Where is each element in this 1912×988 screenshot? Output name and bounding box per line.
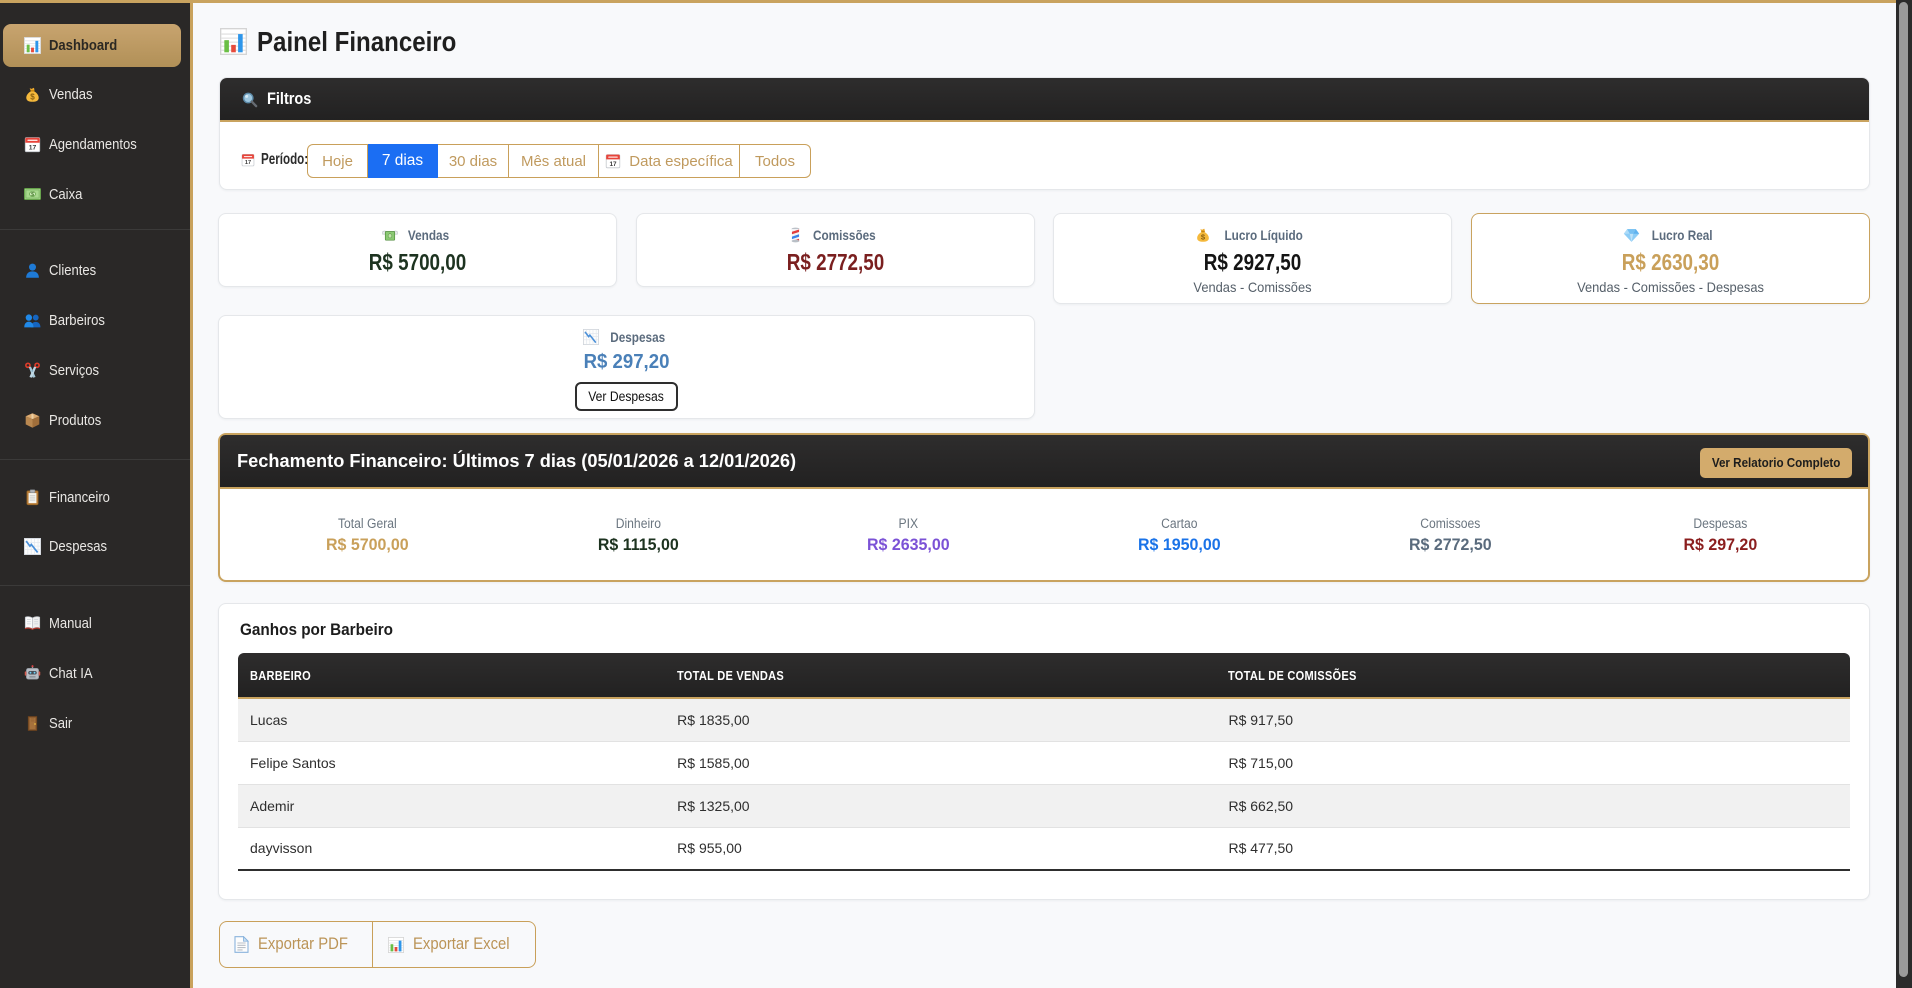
svg-text:$: $ [31, 192, 34, 198]
svg-text:17: 17 [245, 160, 251, 166]
svg-text:$: $ [30, 92, 35, 101]
svg-text:17: 17 [29, 144, 37, 151]
svg-text:17: 17 [610, 161, 618, 168]
